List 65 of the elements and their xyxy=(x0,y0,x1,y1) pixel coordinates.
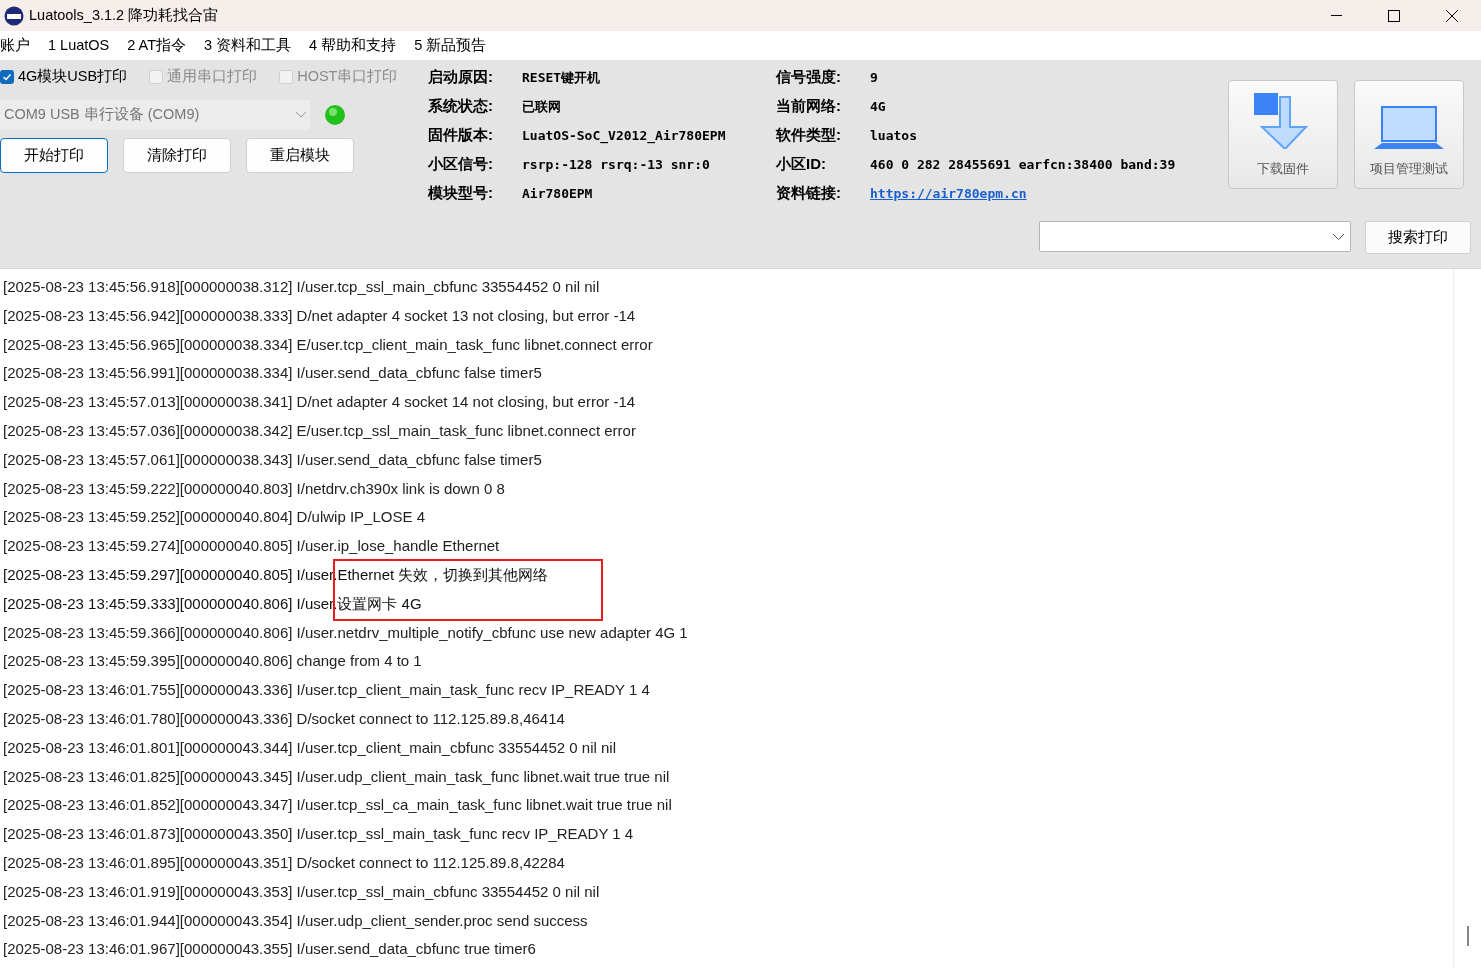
log-line: [2025-08-23 13:45:57.013][000000038.341] D/net adapter 4 socket 14 not closing, but error -14 xyxy=(2,392,637,413)
checkmark-icon xyxy=(2,72,12,82)
menu-item[interactable]: 5 新品预告 xyxy=(414,34,487,57)
app-logo-icon xyxy=(4,5,24,26)
info-value: 460 0 282 28455691 earfcn:38400 band:39 xyxy=(870,155,1176,174)
search-select[interactable] xyxy=(1039,221,1351,252)
info-value: 9 xyxy=(870,68,878,87)
log-line: [2025-08-23 13:45:59.366][000000040.806] I/user.netdrv_multiple_notify_cbfunc use new adapter 4G 1 xyxy=(2,622,689,643)
log-line: [2025-08-23 13:45:57.061][000000038.343] I/user.send_data_cbfunc false timer5 xyxy=(2,449,543,470)
tool-button[interactable]: 项目管理测试 xyxy=(1354,80,1464,189)
close-icon xyxy=(1446,9,1458,22)
log-line: [2025-08-23 13:46:01.852][000000043.347] I/user.tcp_ssl_ca_main_task_func libnet.wait true true nil xyxy=(2,795,673,816)
chevron-down-icon xyxy=(1333,233,1344,240)
info-label: 固件版本: xyxy=(428,125,494,146)
minimize-icon xyxy=(1330,14,1342,17)
log-line: [2025-08-23 13:46:01.755][000000043.336] I/user.tcp_client_main_task_func recv IP_READY 1 4 xyxy=(2,680,651,701)
info-value: RESET键开机 xyxy=(522,68,601,87)
log-line: [2025-08-23 13:45:59.222][000000040.803] I/netdrv.ch390x link is down 0 8 xyxy=(2,478,506,499)
log-line: [2025-08-23 13:45:56.942][000000038.333] D/net adapter 4 socket 13 not closing, but error -14 xyxy=(2,305,637,326)
info-label: 模块型号: xyxy=(428,183,494,204)
action-button[interactable]: 清除打印 xyxy=(123,138,231,173)
log-line: [2025-08-23 13:45:59.274][000000040.805] I/user.ip_lose_handle Ethernet xyxy=(2,536,501,557)
log-line: [2025-08-23 13:46:01.919][000000043.353] I/user.tcp_ssl_main_cbfunc 33554452 0 nil nil xyxy=(2,881,601,902)
info-value: Air780EPM xyxy=(522,184,593,203)
log-line: [2025-08-23 13:45:59.252][000000040.804] D/ulwip IP_LOSE 4 xyxy=(2,507,426,528)
log-line: [2025-08-23 13:45:56.918][000000038.312] I/user.tcp_ssl_main_cbfunc 33554452 0 nil nil xyxy=(2,277,601,297)
info-label: 小区ID: xyxy=(776,154,827,175)
log-line: [2025-08-23 13:45:59.395][000000040.806] change from 4 to 1 xyxy=(2,651,423,672)
window-title: Luatools_3.1.2 降功耗找合宙 xyxy=(29,5,219,25)
log-line: [2025-08-23 13:45:56.991][000000038.334] I/user.send_data_cbfunc false timer5 xyxy=(2,363,543,384)
log-line: [2025-08-23 13:46:01.825][000000043.345] I/user.udp_client_main_task_func libnet.wait true true nil xyxy=(2,766,671,787)
info-label: 当前网络: xyxy=(776,96,842,117)
info-value: rsrp:-128 rsrq:-13 snr:0 xyxy=(522,155,710,174)
log-line: [2025-08-23 13:46:01.873][000000043.350] I/user.tcp_ssl_main_task_func recv IP_READY 1 4 xyxy=(2,824,635,845)
log-line: [2025-08-23 13:45:56.965][000000038.334] E/user.tcp_client_main_task_func libnet.connect error xyxy=(2,334,654,355)
action-button[interactable]: 重启模块 xyxy=(246,138,354,173)
info-value: luatos xyxy=(870,126,917,145)
info-value: LuatOS-SoC_V2012_Air780EPM xyxy=(522,126,726,146)
info-value: 已联网 xyxy=(522,97,561,116)
log-line: [2025-08-23 13:46:01.944][000000043.354] I/user.udp_client_sender.proc send success xyxy=(2,910,589,931)
log-line: [2025-08-23 13:45:57.036][000000038.342] E/user.tcp_ssl_main_task_func libnet.connect error xyxy=(2,421,637,441)
menu-item[interactable]: 2 AT指令 xyxy=(127,34,186,57)
info-label: 启动原因: xyxy=(428,67,494,88)
info-label: 系统状态: xyxy=(428,96,494,117)
menu-item[interactable]: 4 帮助和支持 xyxy=(309,34,397,57)
print-checkbox[interactable]: 4G模块USB打印 xyxy=(0,66,128,88)
info-label: 信号强度: xyxy=(776,67,842,88)
menu-item[interactable]: 1 LuatOS xyxy=(48,34,110,57)
info-label: 小区信号: xyxy=(428,154,494,175)
menu-item[interactable]: 账户 xyxy=(0,34,30,57)
log-line: [2025-08-23 13:46:01.967][000000043.355] I/user.send_data_cbfunc true timer6 xyxy=(2,939,537,960)
laptop-icon xyxy=(1374,104,1444,149)
tool-button[interactable]: 下载固件 xyxy=(1228,80,1338,189)
maximize-icon xyxy=(1388,9,1400,22)
info-link[interactable]: https://air780epm.cn xyxy=(870,183,1027,204)
info-label: 软件类型: xyxy=(776,125,842,146)
log-line: [2025-08-23 13:46:01.780][000000043.336] D/socket connect to 112.125.89.8,46414 xyxy=(2,708,566,729)
chevron-down-icon xyxy=(296,112,306,118)
action-button[interactable]: 开始打印 xyxy=(0,138,108,173)
info-label: 资料链接: xyxy=(776,183,842,204)
menu-item[interactable]: 3 资料和工具 xyxy=(204,34,292,57)
log-line: [2025-08-23 13:46:01.895][000000043.351] D/socket connect to 112.125.89.8,42284 xyxy=(2,852,566,873)
search-print-button[interactable]: 搜索打印 xyxy=(1365,221,1471,254)
info-value: 4G xyxy=(870,97,886,116)
log-line: [2025-08-23 13:46:01.801][000000043.344] I/user.tcp_client_main_cbfunc 33554452 0 nil nil xyxy=(2,737,617,758)
